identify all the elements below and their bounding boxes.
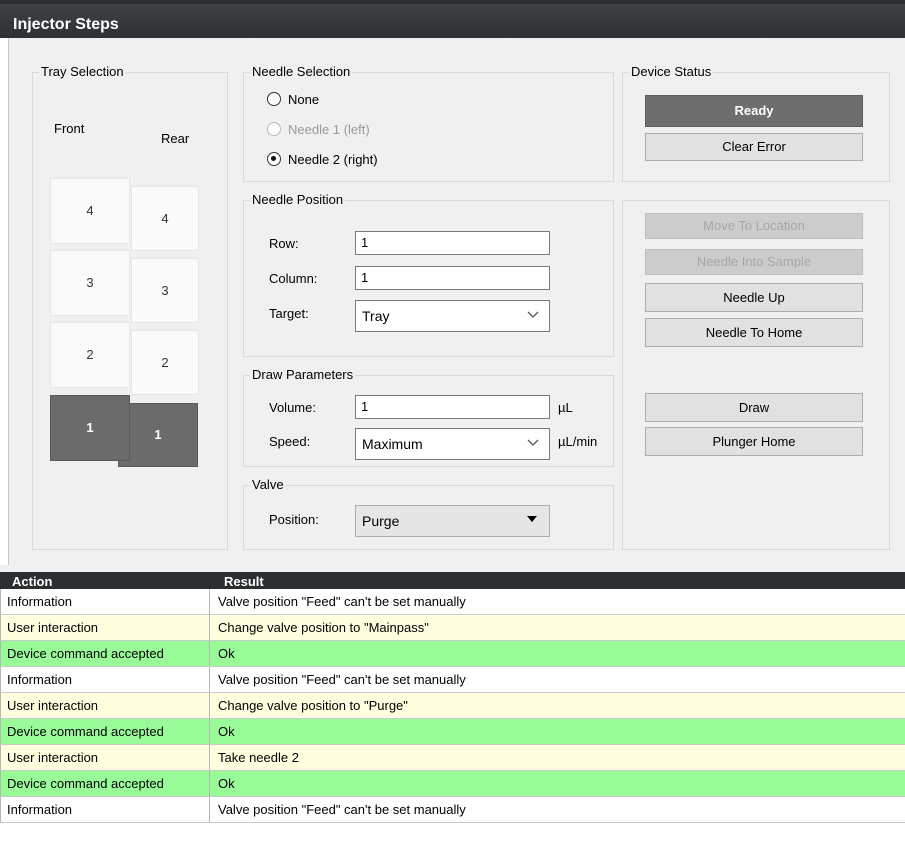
window-title: Injector Steps <box>13 16 119 33</box>
result-cell: Ok <box>218 776 235 791</box>
radio-needle-1[interactable]: Needle 1 (left) <box>267 119 370 139</box>
front-tray-tile-1[interactable]: 1 <box>50 395 130 461</box>
needle-selection-legend: Needle Selection <box>250 64 353 79</box>
plunger-home-button[interactable]: Plunger Home <box>645 427 863 456</box>
table-row[interactable]: Information Valve position "Feed" can't b… <box>0 797 905 823</box>
title-bar: Injector Steps <box>0 0 905 38</box>
result-cell: Change valve position to "Purge" <box>218 698 408 713</box>
column-label: Column: <box>269 271 318 286</box>
front-tray-tile-4[interactable]: 4 <box>50 178 130 244</box>
valve-position-value: Purge <box>362 513 400 529</box>
table-row[interactable]: Information Valve position "Feed" can't b… <box>0 667 905 693</box>
title-accent <box>0 0 905 4</box>
front-tray-tile-3[interactable]: 3 <box>50 250 130 316</box>
rear-tray-tile-2[interactable]: 2 <box>131 330 199 395</box>
front-tray-tile-2[interactable]: 2 <box>50 322 130 388</box>
radio-none-label: None <box>288 91 320 107</box>
result-cell: Ok <box>218 724 235 739</box>
action-cell: Information <box>0 797 210 822</box>
row-input[interactable]: 1 <box>355 231 550 255</box>
volume-label: Volume: <box>269 400 316 415</box>
result-cell: Valve position "Feed" can't be set manua… <box>218 672 466 687</box>
valve-position-select[interactable]: Purge <box>355 505 550 537</box>
needle-up-button[interactable]: Needle Up <box>645 283 863 312</box>
action-cell: Device command accepted <box>0 641 210 666</box>
needle-position-legend: Needle Position <box>250 192 346 207</box>
volume-unit: µL <box>558 400 573 415</box>
draw-parameters-legend: Draw Parameters <box>250 367 356 382</box>
column-input[interactable]: 1 <box>355 266 550 290</box>
speed-label: Speed: <box>269 434 311 449</box>
front-label: Front <box>54 121 85 136</box>
radio-needle-1-circle[interactable] <box>267 122 281 136</box>
device-status-legend: Device Status <box>629 64 714 79</box>
action-cell: Device command accepted <box>0 719 210 744</box>
action-cell: User interaction <box>0 615 210 640</box>
status-indicator: Ready <box>645 95 863 127</box>
result-cell: Take needle 2 <box>218 750 299 765</box>
clear-error-button[interactable]: Clear Error <box>645 133 863 161</box>
radio-needle-2[interactable]: Needle 2 (right) <box>267 149 378 169</box>
target-select-value: Tray <box>362 308 390 324</box>
radio-needle-2-label: Needle 2 (right) <box>288 151 378 167</box>
needle-to-home-button[interactable]: Needle To Home <box>645 318 863 347</box>
rear-tray-tile-3[interactable]: 3 <box>131 258 199 323</box>
log-rows: Information Valve position "Feed" can't b… <box>0 589 905 823</box>
speed-unit: µL/min <box>558 434 598 449</box>
radio-none[interactable]: None <box>267 89 319 109</box>
move-to-location-button[interactable]: Move To Location <box>645 213 863 239</box>
result-cell: Valve position "Feed" can't be set manua… <box>218 802 466 817</box>
chevron-down-icon <box>527 310 539 322</box>
radio-needle-2-circle[interactable] <box>267 152 281 166</box>
panel-bottom-strip <box>0 565 905 572</box>
tray-selection-legend: Tray Selection <box>39 64 126 79</box>
needle-into-sample-button[interactable]: Needle Into Sample <box>645 249 863 275</box>
radio-none-circle[interactable] <box>267 92 281 106</box>
position-label: Position: <box>269 512 319 527</box>
draw-button[interactable]: Draw <box>645 393 863 422</box>
table-row[interactable]: User interaction Take needle 2 <box>0 745 905 771</box>
valve-legend: Valve <box>250 477 286 492</box>
log-table-header: Action Result <box>0 572 905 589</box>
speed-select-value: Maximum <box>362 436 423 452</box>
rear-tray-tile-1[interactable]: 1 <box>118 403 198 467</box>
chevron-down-icon <box>527 438 539 450</box>
row-label: Row: <box>269 236 299 251</box>
table-row[interactable]: Device command accepted Ok <box>0 771 905 797</box>
device-status-group: Device Status <box>622 64 890 182</box>
volume-input[interactable]: 1 <box>355 395 550 419</box>
result-column-header[interactable]: Result <box>224 574 264 589</box>
target-label: Target: <box>269 306 309 321</box>
action-cell: User interaction <box>0 693 210 718</box>
caret-down-icon <box>527 514 537 525</box>
action-cell: Device command accepted <box>0 771 210 796</box>
table-row[interactable]: Device command accepted Ok <box>0 719 905 745</box>
result-cell: Ok <box>218 646 235 661</box>
log-table: Action Result Information Valve position … <box>0 572 905 823</box>
action-cell: User interaction <box>0 745 210 770</box>
table-row[interactable]: Device command accepted Ok <box>0 641 905 667</box>
action-cell: Information <box>0 589 210 614</box>
radio-needle-1-label: Needle 1 (left) <box>288 121 370 137</box>
table-row[interactable]: User interaction Change valve position to… <box>0 615 905 641</box>
action-column-header[interactable]: Action <box>12 574 52 589</box>
result-cell: Change valve position to "Mainpass" <box>218 620 429 635</box>
target-select[interactable]: Tray <box>355 300 550 332</box>
table-row[interactable]: User interaction Change valve position to… <box>0 693 905 719</box>
action-cell: Information <box>0 667 210 692</box>
speed-select[interactable]: Maximum <box>355 428 550 460</box>
result-cell: Valve position "Feed" can't be set manua… <box>218 594 466 609</box>
rear-tray-tile-4[interactable]: 4 <box>131 186 199 251</box>
table-row[interactable]: Information Valve position "Feed" can't b… <box>0 589 905 615</box>
rear-label: Rear <box>161 131 190 146</box>
